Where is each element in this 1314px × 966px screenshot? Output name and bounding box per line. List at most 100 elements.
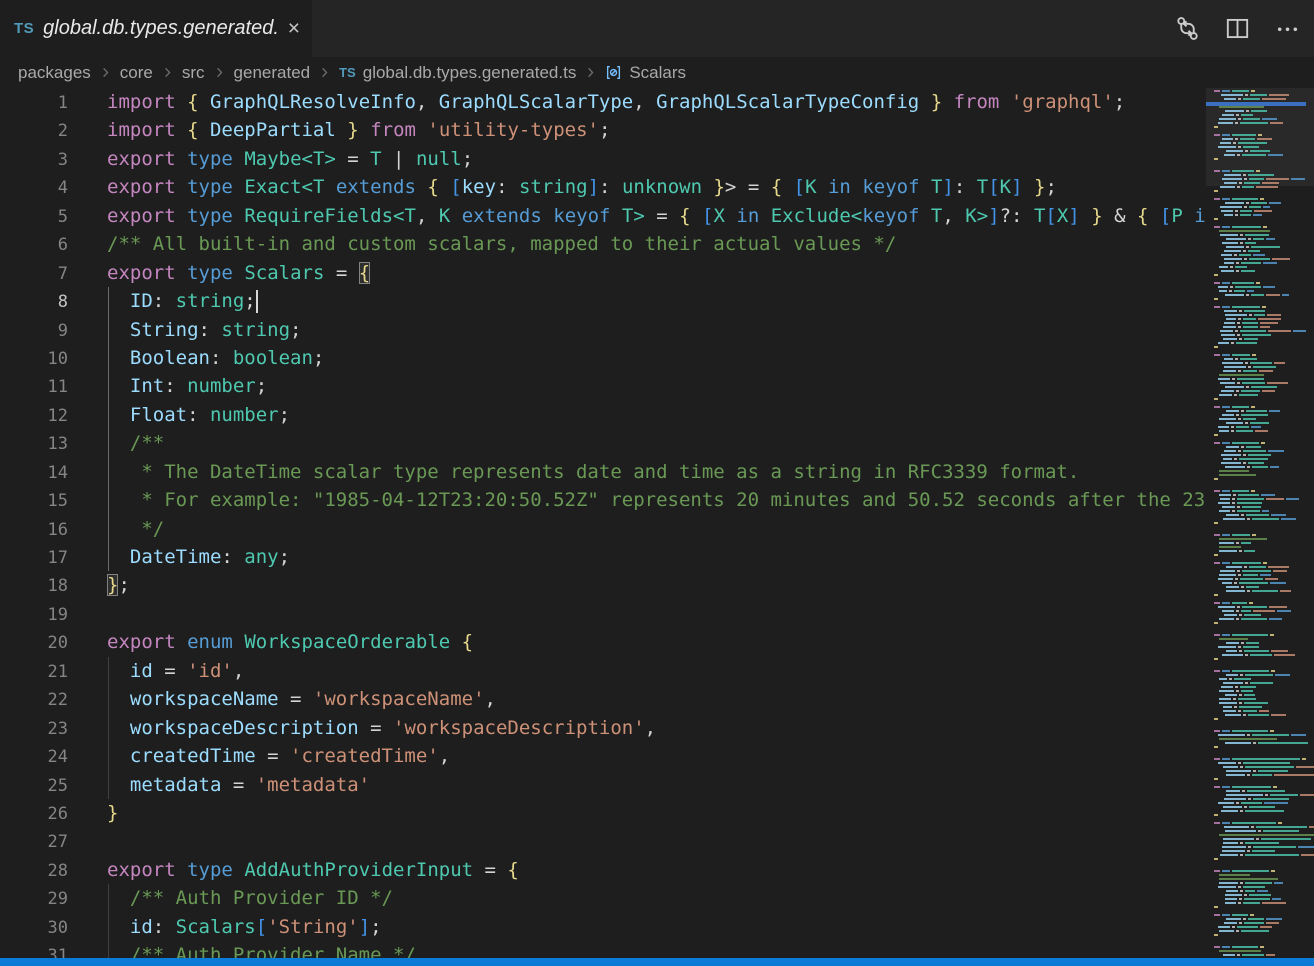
code-line-27[interactable]: 27 [0,827,1206,855]
minimap-current-line-highlight [1206,102,1306,106]
tab-global-db-types-generated-ts[interactable]: TS global.db.types.generated.ts × [0,0,312,57]
code-text: export type Exact<T extends { [key: stri… [107,176,1057,198]
line-number[interactable]: 25 [0,772,68,800]
line-number[interactable]: 24 [0,743,68,771]
breadcrumb-item-src[interactable]: src [182,63,205,83]
breadcrumb-item-generated[interactable]: generated [234,63,311,83]
line-number[interactable]: 5 [0,203,68,231]
line-number[interactable]: 12 [0,402,68,430]
line-number[interactable]: 26 [0,800,68,828]
code-line-13[interactable]: 13 /** [0,429,1206,457]
split-editor-button[interactable] [1224,16,1250,42]
code-line-3[interactable]: 3export type Maybe<T> = T | null; [0,145,1206,173]
code-line-10[interactable]: 10 Boolean: boolean; [0,344,1206,372]
code-text: * The DateTime scalar type represents da… [107,461,1079,483]
code-line-18[interactable]: 18}; [0,571,1206,599]
more-actions-button[interactable] [1274,16,1300,42]
line-number[interactable]: 23 [0,715,68,743]
code-line-28[interactable]: 28export type AddAuthProviderInput = { [0,856,1206,884]
code-line-11[interactable]: 11 Int: number; [0,372,1206,400]
line-number[interactable]: 2 [0,117,68,145]
code-editor[interactable]: 1 import { GraphQLResolveInfo, GraphQLSca… [0,88,1206,958]
line-number[interactable]: 18 [0,572,68,600]
code-line-16[interactable]: 16 */ [0,515,1206,543]
code-line-8[interactable]: 8 ID: string; [0,287,1206,315]
code-line-25[interactable]: 25 metadata = 'metadata' [0,771,1206,799]
code-line-9[interactable]: 9 String: string; [0,316,1206,344]
indent-guide [108,771,109,799]
split-editor-icon [1225,16,1250,41]
code-line-30[interactable]: 30 id: Scalars['String']; [0,913,1206,941]
breadcrumb-item-core[interactable]: core [120,63,153,83]
code-line-29[interactable]: 29 /** Auth Provider ID */ [0,884,1206,912]
line-number[interactable]: 7 [0,260,68,288]
indent-guide [108,486,109,514]
code-text: import { GraphQLResolveInfo, GraphQLScal… [107,91,1125,113]
breadcrumb-item-packages[interactable]: packages [18,63,91,83]
line-number[interactable]: 15 [0,487,68,515]
code-text: /** Auth Provider ID */ [107,887,393,909]
code-line-23[interactable]: 23 workspaceDescription = 'workspaceDesc… [0,714,1206,742]
editor-actions [1174,0,1314,57]
code-line-21[interactable]: 21 id = 'id', [0,657,1206,685]
line-number[interactable]: 16 [0,516,68,544]
chevron-right-icon [583,65,598,80]
line-number[interactable]: 11 [0,373,68,401]
code-line-7[interactable]: 7export type Scalars = { [0,259,1206,287]
line-number[interactable]: 21 [0,658,68,686]
breadcrumb-item-global-db-types-generated-ts[interactable]: TSglobal.db.types.generated.ts [339,63,576,83]
line-number[interactable]: 28 [0,857,68,885]
line-number[interactable]: 19 [0,601,68,629]
compare-changes-icon [1175,16,1200,41]
code-line-22[interactable]: 22 workspaceName = 'workspaceName', [0,685,1206,713]
line-number[interactable]: 1 [0,89,68,117]
code-line-12[interactable]: 12 Float: number; [0,401,1206,429]
code-line-2[interactable]: 2import { DeepPartial } from 'utility-ty… [0,116,1206,144]
code-text: String: string; [107,319,302,341]
code-line-17[interactable]: 17 DateTime: any; [0,543,1206,571]
line-number[interactable]: 4 [0,174,68,202]
indent-guide [108,543,109,571]
code-line-19[interactable]: 19 [0,600,1206,628]
code-line-20[interactable]: 20export enum WorkspaceOrderable { [0,628,1206,656]
compare-changes-button[interactable] [1174,16,1200,42]
line-number[interactable]: 10 [0,345,68,373]
line-number[interactable]: 13 [0,430,68,458]
line-number[interactable]: 3 [0,146,68,174]
code-text: /** [107,432,164,454]
line-number[interactable]: 14 [0,459,68,487]
indent-guide [108,458,109,486]
indent-guide [108,657,109,685]
code-line-1[interactable]: 1 import { GraphQLResolveInfo, GraphQLSca… [0,88,1206,116]
line-number[interactable]: 29 [0,885,68,913]
indent-guide [108,941,109,958]
more-actions-icon [1275,16,1300,41]
code-line-5[interactable]: 5export type RequireFields<T, K extends … [0,202,1206,230]
code-line-31[interactable]: 31 /** Auth Provider Name */ [0,941,1206,958]
breadcrumb-label: global.db.types.generated.ts [363,63,577,83]
line-number[interactable]: 17 [0,544,68,572]
indent-guide [108,429,109,457]
line-number[interactable]: 27 [0,828,68,856]
close-tab-icon[interactable]: × [288,18,300,39]
line-number[interactable]: 20 [0,629,68,657]
code-line-4[interactable]: 4 export type Exact<T extends { [key: str… [0,173,1206,201]
indent-guide [108,714,109,742]
code-line-15[interactable]: 15 * For example: "1985-04-12T23:20:50.5… [0,486,1206,514]
line-number[interactable]: 30 [0,914,68,942]
line-number[interactable]: 31 [0,942,68,958]
breadcrumb-item-scalars[interactable]: Scalars [605,63,686,83]
line-number[interactable]: 6 [0,231,68,259]
code-line-24[interactable]: 24 createdTime = 'createdTime', [0,742,1206,770]
breadcrumb-label: generated [234,63,311,83]
line-number[interactable]: 9 [0,317,68,345]
code-line-6[interactable]: 6/** All built-in and custom scalars, ma… [0,230,1206,258]
line-number[interactable]: 22 [0,686,68,714]
code-text: id: Scalars['String']; [107,916,382,938]
minimap[interactable] [1206,88,1314,958]
vscode-editor-window: TS global.db.types.generated.ts × [0,0,1314,966]
code-line-14[interactable]: 14 * The DateTime scalar type represents… [0,458,1206,486]
tab-title: global.db.types.generated.ts [43,17,278,40]
line-number[interactable]: 8 [0,288,68,316]
code-line-26[interactable]: 26} [0,799,1206,827]
